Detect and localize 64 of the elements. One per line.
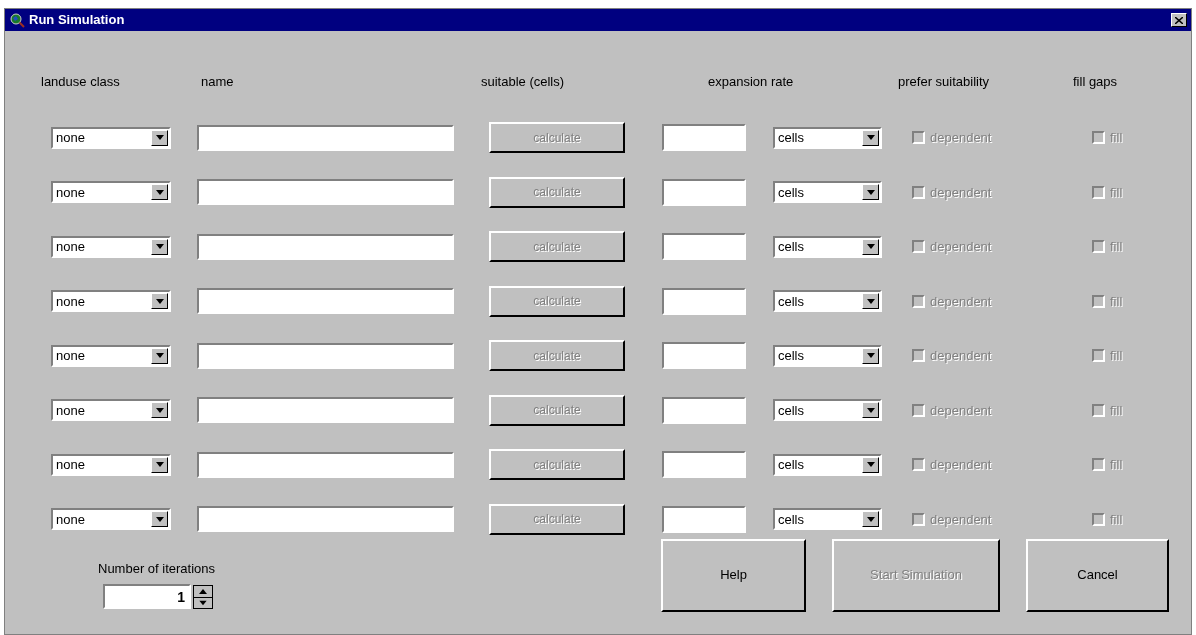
dropdown[interactable]: none [51, 399, 171, 422]
dependent-label: dependent [930, 183, 992, 202]
name-field[interactable] [197, 288, 454, 315]
name-field[interactable] [197, 124, 454, 151]
name-field[interactable] [197, 451, 454, 478]
dialog-button[interactable]: Cancel [1026, 538, 1169, 612]
name-field[interactable] [197, 397, 454, 424]
dependent-label: dependent [930, 401, 992, 420]
dropdown[interactable]: cells [773, 508, 882, 531]
name-field[interactable] [197, 233, 454, 260]
rate-field[interactable] [662, 178, 746, 206]
dropdown[interactable]: none [51, 181, 171, 204]
dropdown[interactable]: none [51, 508, 171, 531]
fill-label: fill [1110, 183, 1123, 202]
dropdown[interactable]: cells [773, 453, 882, 476]
rate-field[interactable] [662, 287, 746, 315]
fill-label: fill [1110, 456, 1123, 474]
iterations-field[interactable]: 1 [103, 584, 191, 609]
dependent-label: dependent [930, 238, 992, 256]
globe-magnifier-icon [9, 12, 25, 28]
fill-label: fill [1110, 347, 1123, 365]
dropdown[interactable]: cells [773, 126, 882, 149]
iterations-label: Number of iterations [98, 559, 217, 578]
rate-field[interactable] [662, 396, 746, 424]
column-header: prefer suitability [898, 73, 991, 91]
column-header: name [201, 73, 235, 91]
window-title: Run Simulation [29, 11, 125, 30]
fill-label: fill [1110, 401, 1123, 420]
close-icon [1175, 16, 1183, 24]
dropdown[interactable]: none [51, 453, 171, 476]
column-header: landuse class [41, 73, 121, 91]
dropdown[interactable]: cells [773, 344, 882, 367]
dropdown[interactable]: cells [773, 181, 882, 204]
dependent-label: dependent [930, 510, 992, 529]
close-button[interactable] [1171, 13, 1187, 27]
name-field[interactable] [197, 342, 454, 369]
name-field[interactable] [197, 506, 454, 533]
fill-label: fill [1110, 238, 1123, 256]
dependent-label: dependent [930, 347, 992, 365]
dropdown[interactable]: cells [773, 235, 882, 258]
spinner[interactable] [193, 584, 213, 609]
rate-field[interactable] [662, 233, 746, 261]
fill-label: fill [1110, 510, 1123, 529]
column-header: expansion rate [708, 73, 795, 91]
fill-label: fill [1110, 292, 1123, 311]
column-header: suitable (cells) [481, 73, 566, 91]
dropdown[interactable]: none [51, 235, 171, 258]
dependent-label: dependent [930, 129, 992, 147]
dialog-button[interactable]: Help [661, 538, 806, 612]
column-header: fill gaps [1073, 73, 1119, 91]
down-arrow-icon [194, 596, 212, 608]
dropdown[interactable]: none [51, 290, 171, 313]
dropdown[interactable]: cells [773, 290, 882, 313]
dropdown[interactable]: cells [773, 399, 882, 422]
rate-field[interactable] [662, 505, 746, 533]
rate-field[interactable] [662, 124, 746, 152]
dropdown[interactable]: none [51, 344, 171, 367]
dependent-label: dependent [930, 456, 992, 474]
dependent-label: dependent [930, 292, 992, 311]
rate-field[interactable] [662, 451, 746, 479]
name-field[interactable] [197, 179, 454, 206]
dropdown[interactable]: none [51, 126, 171, 149]
fill-label: fill [1110, 129, 1123, 147]
rate-field[interactable] [662, 342, 746, 370]
